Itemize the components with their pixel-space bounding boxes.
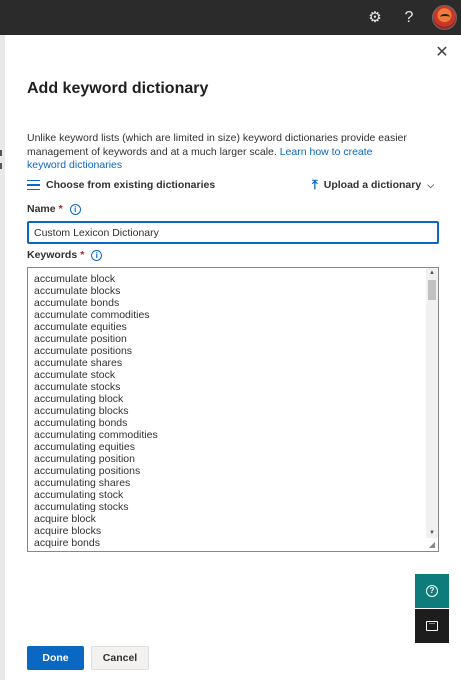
keyword-item: accumulating stock	[34, 489, 124, 501]
keyword-item: accumulating bonds	[34, 417, 128, 429]
keywords-label: Keywords	[27, 249, 78, 261]
keyword-item: accumulating equities	[34, 441, 135, 453]
keyword-item: accumulating commodities	[34, 429, 158, 441]
question-icon: ?	[426, 585, 438, 597]
keywords-label-row: Keywords * i	[27, 249, 103, 261]
top-bar: ⚙ ?	[0, 0, 461, 35]
keyword-item: accumulate equities	[34, 321, 127, 333]
info-icon[interactable]: i	[91, 249, 103, 261]
panel-title: Add keyword dictionary	[27, 80, 209, 97]
keywords-list: accumulate block accumulate blocks accumul…	[34, 273, 414, 549]
keyword-item: accumulating positions	[34, 465, 141, 477]
name-label: Name	[27, 203, 56, 215]
chat-icon: —	[426, 621, 438, 631]
required-marker: *	[80, 249, 85, 261]
keyword-item: accumulate position	[34, 333, 127, 345]
avatar[interactable]	[432, 5, 457, 30]
scroll-down-arrow[interactable]: ▼	[426, 528, 438, 538]
info-icon[interactable]: i	[69, 203, 81, 215]
keyword-item: acquire bonds	[34, 537, 100, 549]
required-marker: *	[58, 203, 63, 215]
keyword-item: accumulating stocks	[34, 501, 129, 513]
help-icon[interactable]: ?	[398, 7, 420, 29]
close-icon[interactable]: ✕	[433, 44, 451, 62]
keyword-item: accumulate stocks	[34, 381, 121, 393]
upload-dictionary-button[interactable]: ⤒ Upload a dictionary ⌵	[312, 177, 435, 192]
done-button[interactable]: Done	[27, 646, 84, 670]
keyword-item: accumulate shares	[34, 357, 123, 369]
keyword-item: accumulating shares	[34, 477, 131, 489]
chevron-down-icon: ⌵	[427, 179, 435, 190]
upload-dictionary-label: Upload a dictionary	[323, 179, 422, 191]
scroll-thumb[interactable]	[428, 280, 436, 300]
keyword-item: accumulating blocks	[34, 405, 129, 417]
gear-icon[interactable]: ⚙	[364, 7, 386, 29]
keyword-item: acquire block	[34, 513, 96, 525]
choose-existing-label: Choose from existing dictionaries	[46, 179, 216, 191]
keyword-item: accumulate block	[34, 273, 116, 285]
keywords-textarea[interactable]: accumulate block accumulate blocks accumul…	[27, 267, 439, 552]
keyword-item: accumulate positions	[34, 345, 133, 357]
keyword-item: accumulate stock	[34, 369, 116, 381]
keyword-item: acquire blocks	[34, 525, 102, 537]
scrollbar[interactable]: ▲ ▼	[426, 268, 438, 538]
help-support-button[interactable]: ?	[415, 574, 449, 608]
choose-existing-button[interactable]: Choose from existing dictionaries	[27, 178, 215, 192]
keyword-item: accumulate bonds	[34, 297, 120, 309]
name-input[interactable]	[27, 221, 439, 244]
upload-icon: ⤒	[312, 177, 318, 192]
keyword-item: accumulating position	[34, 453, 135, 465]
name-label-row: Name * i	[27, 203, 81, 215]
list-icon	[27, 179, 40, 191]
description: Unlike keyword lists (which are limited …	[27, 132, 407, 173]
feedback-button[interactable]: —	[415, 609, 449, 643]
keyword-item: accumulate blocks	[34, 285, 121, 297]
resize-handle-icon[interactable]: ◢	[427, 540, 437, 550]
scroll-up-arrow[interactable]: ▲	[426, 268, 438, 278]
cancel-button[interactable]: Cancel	[91, 646, 149, 670]
keyword-item: accumulate commodities	[34, 309, 150, 321]
keyword-item: accumulating block	[34, 393, 124, 405]
